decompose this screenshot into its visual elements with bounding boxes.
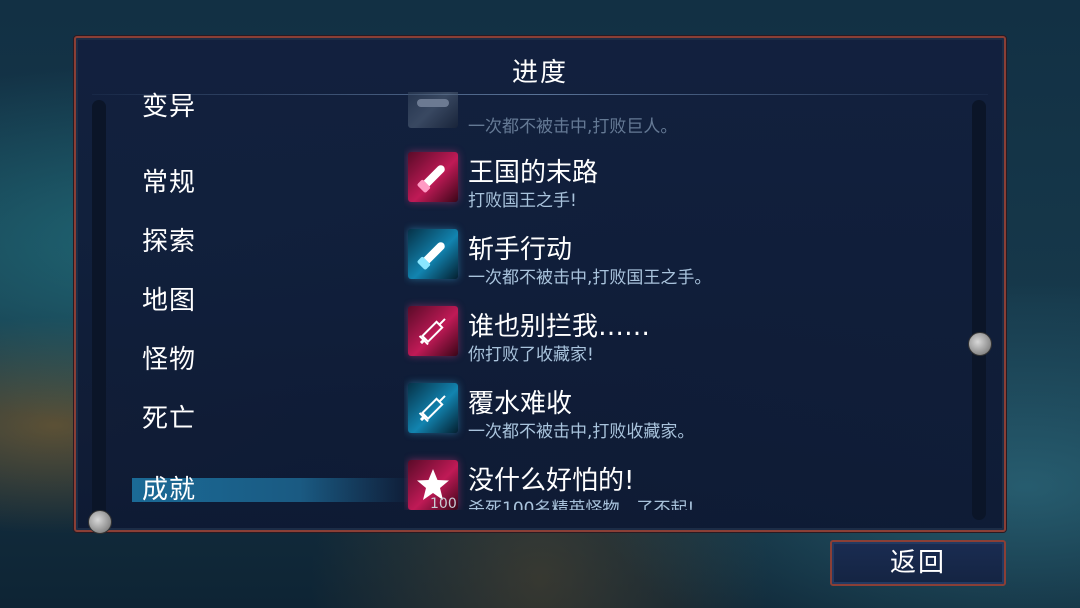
list-item[interactable]: 100 没什么好怕的! 杀死100名精英怪物。了不起! (404, 456, 960, 510)
syringe-icon (408, 306, 458, 356)
category-mutations[interactable]: 变异 (142, 92, 196, 123)
list-item[interactable]: 谁也别拦我…… 你打败了收藏家! (404, 302, 960, 372)
achievement-count: 100 (430, 496, 457, 510)
achievement-desc: 打败国王之手! (468, 191, 577, 211)
achievement-name: 覆水难收 (468, 389, 573, 419)
sword-icon (408, 229, 458, 279)
category-map[interactable]: 地图 (142, 280, 196, 317)
achievement-scrollbar[interactable] (972, 100, 986, 520)
category-deaths[interactable]: 死亡 (142, 398, 196, 435)
sword-icon (408, 152, 458, 202)
category-list: 变异 常规 探索 地图 怪物 死亡 成就 (116, 92, 416, 508)
achievement-name: 王国的末路 (468, 158, 599, 188)
achievement-desc: 杀死100名精英怪物。了不起! (468, 499, 695, 510)
category-achievements[interactable]: 成就 (132, 477, 412, 503)
achievement-list: 一次都不被击中,打败巨人。 王国的末路 打败国王之手! 斩手行动 一次都不被击中… (404, 92, 960, 510)
list-item[interactable]: 王国的末路 打败国王之手! (404, 148, 960, 218)
achievement-name: 谁也别拦我…… (468, 312, 651, 342)
list-item[interactable]: 斩手行动 一次都不被击中,打败国王之手。 (404, 225, 960, 295)
category-scrollbar[interactable] (92, 100, 106, 520)
achievement-desc: 你打败了收藏家! (468, 345, 594, 365)
giant-icon (408, 92, 458, 128)
category-monsters[interactable]: 怪物 (142, 339, 196, 376)
achievement-desc: 一次都不被击中,打败巨人。 (468, 117, 678, 137)
achievement-name: 斩手行动 (468, 235, 573, 265)
progress-panel: 进度 变异 常规 探索 地图 怪物 死亡 成就 一次都不被击中,打败巨人。 王国… (74, 36, 1006, 534)
achievement-desc: 一次都不被击中,打败收藏家。 (468, 422, 695, 442)
list-item[interactable]: 覆水难收 一次都不被击中,打败收藏家。 (404, 379, 960, 449)
star-icon: 100 (408, 460, 458, 510)
achievement-scroll-knob[interactable] (968, 332, 992, 356)
achievement-desc: 一次都不被击中,打败国王之手。 (468, 268, 712, 288)
list-item[interactable]: 一次都不被击中,打败巨人。 (404, 92, 960, 144)
panel-title: 进度 (511, 58, 568, 88)
category-scroll-knob[interactable] (88, 510, 112, 534)
syringe-icon (408, 383, 458, 433)
back-button[interactable]: 返回 (830, 540, 1006, 586)
category-general[interactable]: 常规 (142, 162, 196, 199)
achievement-name: 没什么好怕的! (468, 466, 635, 496)
category-exploration[interactable]: 探索 (142, 221, 196, 258)
